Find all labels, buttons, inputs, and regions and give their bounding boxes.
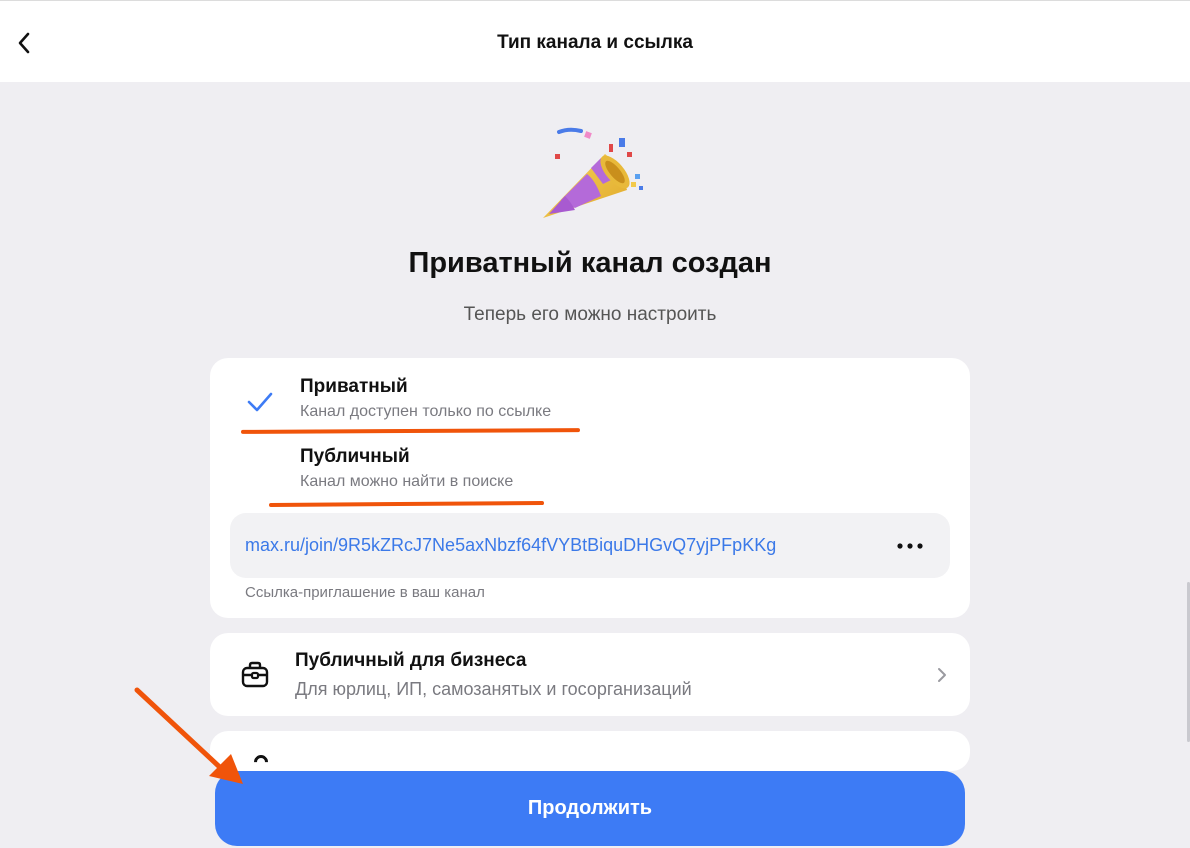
business-option-card[interactable]: Публичный для бизнеса Для юрлиц, ИП, сам… [210, 633, 970, 716]
more-button[interactable] [890, 531, 930, 561]
scrollbar[interactable] [1184, 82, 1190, 848]
channel-type-card: Приватный Канал доступен только по ссылк… [210, 358, 970, 618]
business-title: Публичный для бизнеса [295, 650, 527, 671]
option-description: Канал можно найти в поиске [300, 473, 514, 490]
top-bar: Тип канала и ссылка [0, 0, 1190, 82]
option-title: Приватный [300, 376, 408, 397]
option-public[interactable]: Публичный Канал можно найти в поиске [210, 438, 970, 504]
party-popper-icon [543, 127, 643, 218]
success-subtitle: Теперь его можно настроить [463, 304, 717, 325]
invite-link-caption: Ссылка-приглашение в ваш канал [245, 584, 485, 601]
more-horizontal-icon [897, 543, 923, 549]
briefcase-icon [241, 661, 269, 688]
partial-icon [251, 752, 271, 771]
annotation-underline [268, 501, 545, 507]
option-private[interactable]: Приватный Канал доступен только по ссылк… [210, 368, 970, 434]
option-description: Канал доступен только по ссылке [300, 403, 552, 420]
next-option-card[interactable] [210, 731, 970, 771]
business-description: Для юрлиц, ИП, самозанятых и госорганиза… [295, 679, 692, 699]
check-icon [247, 392, 273, 412]
continue-button[interactable]: Продолжить [215, 771, 965, 846]
option-title: Публичный [300, 446, 410, 467]
invite-link[interactable]: max.ru/join/9R5kZRcJ7Ne5axNbzf64fVYBtBiq… [245, 535, 776, 556]
invite-link-box: max.ru/join/9R5kZRcJ7Ne5axNbzf64fVYBtBiq… [230, 513, 950, 578]
chevron-right-icon [938, 668, 946, 682]
success-title: Приватный канал создан [408, 247, 772, 279]
page-title: Тип канала и ссылка [497, 32, 693, 53]
